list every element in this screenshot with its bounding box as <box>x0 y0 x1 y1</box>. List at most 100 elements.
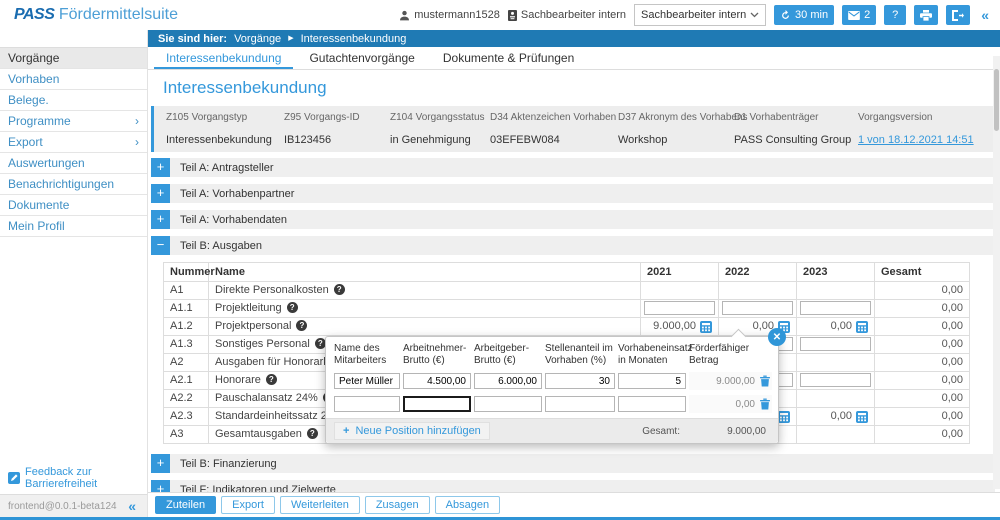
add-position-label: Neue Position hinzufügen <box>355 425 481 437</box>
expand-section-icon[interactable]: + <box>151 184 170 203</box>
help-icon[interactable]: ? <box>265 374 277 385</box>
role-select[interactable]: Sachbearbeiter intern <box>634 4 767 26</box>
popup-close-button[interactable]: ✕ <box>768 328 786 346</box>
help-icon[interactable]: ? <box>306 428 318 439</box>
logout-button[interactable] <box>946 5 971 25</box>
absagen-button[interactable]: Absagen <box>434 496 501 514</box>
trash-icon[interactable] <box>760 375 770 387</box>
sidebar-item-mein-profil[interactable]: Mein Profil <box>0 216 147 237</box>
help-button[interactable]: ? <box>884 5 907 25</box>
help-icon[interactable]: ? <box>333 284 345 295</box>
expand-section-icon[interactable]: + <box>151 454 170 473</box>
breadcrumb-vorgaenge[interactable]: Vorgänge <box>234 33 281 45</box>
calculator-icon[interactable] <box>700 320 712 333</box>
amount-input[interactable] <box>644 301 715 315</box>
row-total: 0,00 <box>874 299 970 318</box>
calculator-icon[interactable] <box>778 410 790 423</box>
row-name: Projektpersonal? <box>208 317 641 336</box>
sidebar-item-label: Vorgänge <box>8 51 60 65</box>
popup-col-header-arbeitgeber-brutto: Arbeitgeber-Brutto (€) <box>474 343 530 366</box>
zusagen-button[interactable]: Zusagen <box>364 496 430 514</box>
section-teil-a-vorhabenpartner[interactable]: + Teil A: Vorhabenpartner <box>151 184 995 203</box>
popup-cell-name <box>334 373 400 394</box>
trash-icon[interactable] <box>760 398 770 410</box>
help-icon[interactable]: ? <box>296 320 308 331</box>
sidebar-footer: frontend@0.0.1-beta124 « <box>0 494 147 517</box>
popup-input-an_brutto[interactable] <box>403 373 471 389</box>
popup-input-name[interactable] <box>334 373 400 389</box>
popup-cell-monate <box>618 373 686 394</box>
collapse-header-button[interactable]: « <box>978 7 992 23</box>
popup-input-stellenanteil[interactable] <box>545 373 615 389</box>
popup-input-name[interactable] <box>334 396 400 412</box>
mail-button[interactable]: 2 <box>842 5 877 25</box>
meta-field-z104-vorgangsstatus: Z104 Vorgangsstatus in Genehmigung <box>390 112 490 146</box>
popup-total-label: Gesamt: <box>642 425 680 437</box>
section-teil-b-finanzierung[interactable]: + Teil B: Finanzierung <box>151 454 995 473</box>
expand-section-icon[interactable]: + <box>151 158 170 177</box>
row-name-label: Honorare <box>215 374 261 386</box>
sidebar-item-benachrichtigungen[interactable]: Benachrichtigungen <box>0 174 147 195</box>
feedback-link[interactable]: Feedback zur Barrierefreiheit <box>0 462 147 494</box>
sidebar-item-vorgänge[interactable]: Vorgänge <box>0 47 147 69</box>
row-total: 0,00 <box>874 371 970 390</box>
year-amount-cell <box>796 281 875 300</box>
section-teil-a-vorhabendaten[interactable]: + Teil A: Vorhabendaten <box>151 210 995 229</box>
scrollbar-thumb[interactable] <box>994 69 999 131</box>
popup-input-monate[interactable] <box>618 396 686 412</box>
popup-input-monate[interactable] <box>618 373 686 389</box>
popup-cell-ag_brutto <box>474 373 542 394</box>
tab-dokumente-prüfungen[interactable]: Dokumente & Prüfungen <box>431 47 586 69</box>
sidebar-item-belege[interactable]: Belege. <box>0 90 147 111</box>
popup-input-stellenanteil[interactable] <box>545 396 615 412</box>
meta-field-value: PASS Consulting Group <box>734 134 852 146</box>
session-refresh-button[interactable]: 30 min <box>774 5 835 25</box>
add-position-button[interactable]: + Neue Position hinzufügen <box>334 422 490 440</box>
row-number: A1.1 <box>163 299 209 318</box>
calculator-icon[interactable] <box>856 320 868 333</box>
sidebar-item-dokumente[interactable]: Dokumente <box>0 195 147 216</box>
row-name-label: Gesamtausgaben <box>215 428 302 440</box>
amount-input[interactable] <box>722 301 793 315</box>
popup-input-ag_brutto[interactable] <box>474 373 542 389</box>
row-number: A2 <box>163 353 209 372</box>
content-area: Interessenbekundung Z105 Vorgangstyp Inte… <box>148 78 1000 499</box>
table-row-a1-2: A1.2 Projektpersonal? 9.000,00 0,00 0,00 0,00 <box>163 317 970 336</box>
print-button[interactable] <box>914 5 939 25</box>
expand-section-icon[interactable]: + <box>151 210 170 229</box>
meta-field-value[interactable]: 1 von 18.12.2021 14:51 <box>858 134 987 146</box>
sidebar-item-auswertungen[interactable]: Auswertungen <box>0 153 147 174</box>
zuteilen-button[interactable]: Zuteilen <box>155 496 217 514</box>
section-teil-a-antragsteller[interactable]: + Teil A: Antragsteller <box>151 158 995 177</box>
chevron-right-icon: › <box>135 135 139 149</box>
export-button[interactable]: Export <box>221 496 275 514</box>
sidebar-item-programme[interactable]: Programme › <box>0 111 147 132</box>
amount-input[interactable] <box>800 337 871 351</box>
amount-input[interactable] <box>800 373 871 387</box>
calculator-icon[interactable] <box>856 410 868 423</box>
feedback-label: Feedback zur Barrierefreiheit <box>25 466 98 490</box>
chevron-down-icon <box>750 12 759 18</box>
popup-input-ag_brutto[interactable] <box>474 396 542 412</box>
session-timer-label: 30 min <box>795 9 829 21</box>
tab-gutachtenvorgänge[interactable]: Gutachtenvorgänge <box>297 47 426 69</box>
collapse-sidebar-button[interactable]: « <box>125 498 139 514</box>
amount-input[interactable] <box>800 301 871 315</box>
amount-value: 0,00 <box>830 410 852 422</box>
main-content: Interessenbekundung Gutachtenvorgänge Doku… <box>148 47 1000 517</box>
tab-bar: Interessenbekundung Gutachtenvorgänge Doku… <box>148 47 1000 70</box>
popup-input-an_brutto[interactable] <box>403 396 471 412</box>
col-header-name: Name <box>208 262 641 282</box>
username-label: mustermann1528 <box>414 9 500 21</box>
top-header: PASS Fördermittelsuite mustermann1528 Sa… <box>0 0 1000 30</box>
row-total: 0,00 <box>874 425 970 444</box>
sidebar-item-vorhaben[interactable]: Vorhaben <box>0 69 147 90</box>
sidebar-item-export[interactable]: Export › <box>0 132 147 153</box>
section-label: Teil B: Finanzierung <box>180 457 277 470</box>
collapse-section-icon[interactable]: − <box>151 236 170 255</box>
section-teil-b-ausgaben[interactable]: − Teil B: Ausgaben <box>151 236 995 255</box>
weiterleiten-button[interactable]: Weiterleiten <box>279 496 360 514</box>
help-icon[interactable]: ? <box>286 302 298 313</box>
tab-interessenbekundung[interactable]: Interessenbekundung <box>154 47 294 69</box>
vertical-scrollbar[interactable] <box>993 56 1000 489</box>
